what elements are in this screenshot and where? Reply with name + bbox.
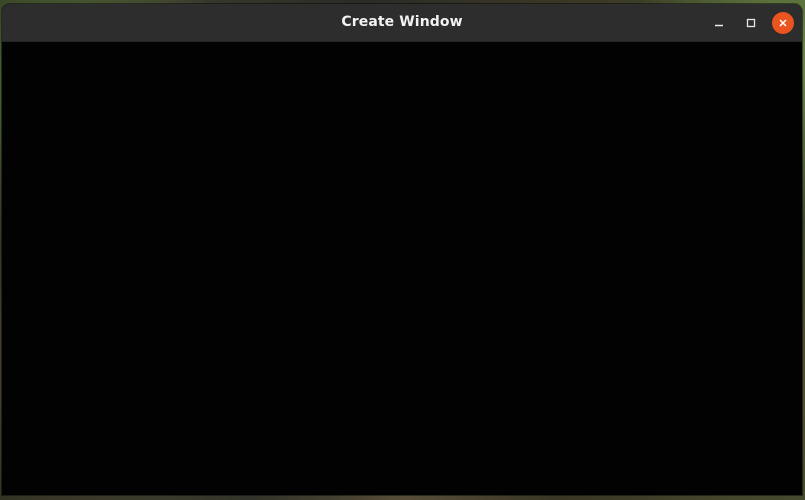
maximize-button[interactable]	[740, 12, 762, 34]
maximize-icon	[746, 18, 756, 28]
minimize-icon	[715, 24, 723, 27]
close-icon	[779, 19, 787, 27]
window-content	[2, 42, 802, 495]
window-controls	[708, 12, 794, 34]
create-window: Create Window	[2, 4, 802, 495]
window-title: Create Window	[341, 14, 463, 30]
close-button[interactable]	[772, 12, 794, 34]
desktop-background: Create Window	[0, 0, 805, 500]
window-titlebar[interactable]: Create Window	[2, 4, 802, 42]
minimize-button[interactable]	[708, 12, 730, 34]
